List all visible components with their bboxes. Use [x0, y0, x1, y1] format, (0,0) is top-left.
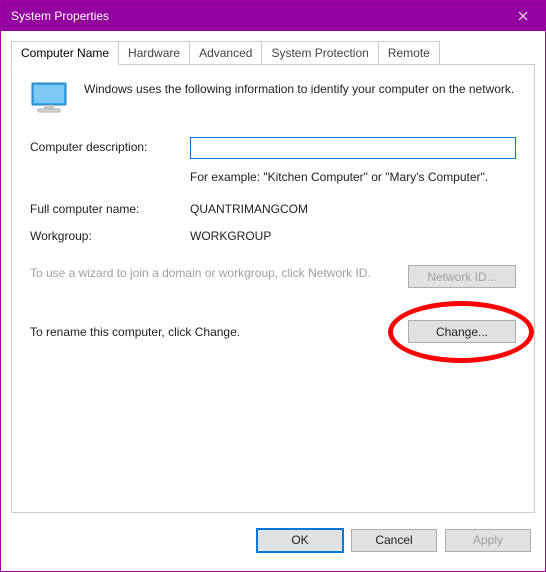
system-properties-window: System Properties Computer Name Hardware…: [0, 0, 546, 572]
intro-section: Windows uses the following information t…: [30, 81, 516, 117]
wizard-text: To use a wizard to join a domain or work…: [30, 265, 396, 281]
change-button[interactable]: Change...: [408, 320, 516, 343]
description-example: For example: "Kitchen Computer" or "Mary…: [190, 169, 516, 185]
row-workgroup: Workgroup: WORKGROUP: [30, 226, 516, 243]
description-input[interactable]: [190, 137, 516, 159]
apply-button: Apply: [445, 529, 531, 552]
workgroup-value: WORKGROUP: [190, 226, 516, 243]
workgroup-label: Workgroup:: [30, 226, 190, 243]
tab-system-protection[interactable]: System Protection: [262, 41, 378, 64]
computer-icon: [30, 81, 70, 117]
dialog-footer: OK Cancel Apply: [1, 523, 545, 571]
row-description: Computer description:: [30, 137, 516, 159]
tab-panel: Windows uses the following information t…: [11, 65, 535, 513]
network-id-button: Network ID...: [408, 265, 516, 288]
wizard-section: To use a wizard to join a domain or work…: [30, 265, 516, 288]
titlebar: System Properties: [1, 1, 545, 31]
close-icon: [518, 11, 528, 21]
content-area: Computer Name Hardware Advanced System P…: [1, 31, 545, 523]
intro-text: Windows uses the following information t…: [84, 81, 516, 117]
tab-advanced[interactable]: Advanced: [190, 41, 262, 64]
window-title: System Properties: [11, 9, 500, 23]
close-button[interactable]: [500, 1, 545, 31]
tab-hardware[interactable]: Hardware: [119, 41, 190, 64]
tab-remote[interactable]: Remote: [379, 41, 440, 64]
description-label: Computer description:: [30, 137, 190, 154]
fullname-label: Full computer name:: [30, 199, 190, 216]
tab-computer-name[interactable]: Computer Name: [11, 41, 119, 65]
ok-button[interactable]: OK: [257, 529, 343, 552]
row-fullname: Full computer name: QUANTRIMANGCOM: [30, 199, 516, 216]
fullname-value: QUANTRIMANGCOM: [190, 199, 516, 216]
rename-text: To rename this computer, click Change.: [30, 325, 396, 339]
cancel-button[interactable]: Cancel: [351, 529, 437, 552]
tab-strip: Computer Name Hardware Advanced System P…: [11, 41, 535, 65]
rename-section: To rename this computer, click Change. C…: [30, 320, 516, 343]
